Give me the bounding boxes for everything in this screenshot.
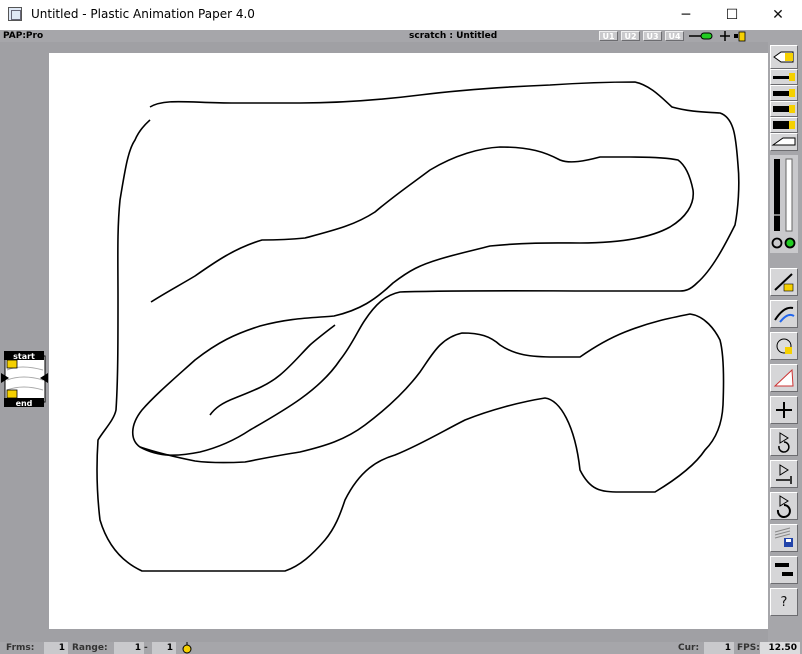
user-button-2[interactable]: U2 [621, 31, 640, 41]
brush-size-4-icon[interactable] [770, 117, 798, 133]
frames-label: Frms: [6, 643, 35, 653]
pen-tool-icon[interactable] [687, 30, 715, 42]
play-to-end-icon[interactable] [770, 460, 798, 488]
loop-toggle-icon[interactable] [180, 642, 194, 654]
flip-icon[interactable] [770, 556, 798, 584]
title-bar: Untitled - Plastic Animation Paper 4.0 ─… [0, 0, 802, 31]
range-end[interactable]: 1 [152, 642, 176, 654]
right-toolbar: ? [768, 42, 802, 642]
left-panel [0, 42, 48, 630]
current-frame-label: Cur: [678, 643, 700, 653]
eraser-icon[interactable] [770, 133, 798, 151]
sketch-drawing [96, 81, 740, 572]
frames-value: 1 [44, 642, 68, 654]
end-label: end [16, 399, 33, 408]
close-button[interactable]: ✕ [755, 0, 801, 30]
color-picker-icon[interactable] [770, 268, 798, 296]
help-icon[interactable]: ? [770, 588, 798, 616]
window-title: Untitled - Plastic Animation Paper 4.0 [31, 7, 255, 21]
timeline-marker[interactable]: start end [1, 350, 48, 408]
scene-label: scratch : Untitled [409, 31, 498, 41]
range-separator: - [144, 643, 148, 653]
fps-value[interactable]: 12.50 [760, 642, 800, 654]
start-label: start [13, 352, 35, 361]
range-label: Range: [72, 643, 108, 653]
fps-label: FPS: [737, 643, 760, 653]
drawing-canvas[interactable] [49, 53, 768, 629]
paper-icon[interactable] [770, 364, 798, 392]
new-frame-icon[interactable] [770, 396, 798, 424]
current-frame-value: 1 [704, 642, 734, 654]
mode-label: PAP:Pro [3, 31, 44, 41]
play-loop-icon[interactable] [770, 428, 798, 456]
top-status-bar: PAP:Pro scratch : Untitled U1 U2 U3 U4 [0, 30, 802, 42]
lightbox-icon[interactable] [770, 332, 798, 360]
brush-size-2-icon[interactable] [770, 85, 798, 101]
bottom-status-bar: Frms: 1 Range: 1 - 1 Cur: 1 FPS: 12.50 [0, 642, 802, 654]
pencil-icon[interactable] [770, 45, 798, 69]
user-button-4[interactable]: U4 [665, 31, 684, 41]
opacity-slider[interactable] [770, 155, 798, 253]
play-once-icon[interactable] [770, 492, 798, 520]
brush-size-1-icon[interactable] [770, 69, 798, 85]
brush-size-3-icon[interactable] [770, 101, 798, 117]
onion-skin-icon[interactable] [770, 300, 798, 328]
user-button-3[interactable]: U3 [643, 31, 662, 41]
move-icon[interactable] [719, 30, 731, 42]
maximize-button[interactable]: ☐ [709, 0, 755, 30]
user-button-1[interactable]: U1 [599, 31, 618, 41]
pencil-small-icon[interactable] [733, 30, 749, 42]
save-icon[interactable] [770, 524, 798, 552]
app-icon [8, 7, 22, 21]
range-start[interactable]: 1 [114, 642, 144, 654]
minimize-button[interactable]: ─ [663, 0, 709, 30]
